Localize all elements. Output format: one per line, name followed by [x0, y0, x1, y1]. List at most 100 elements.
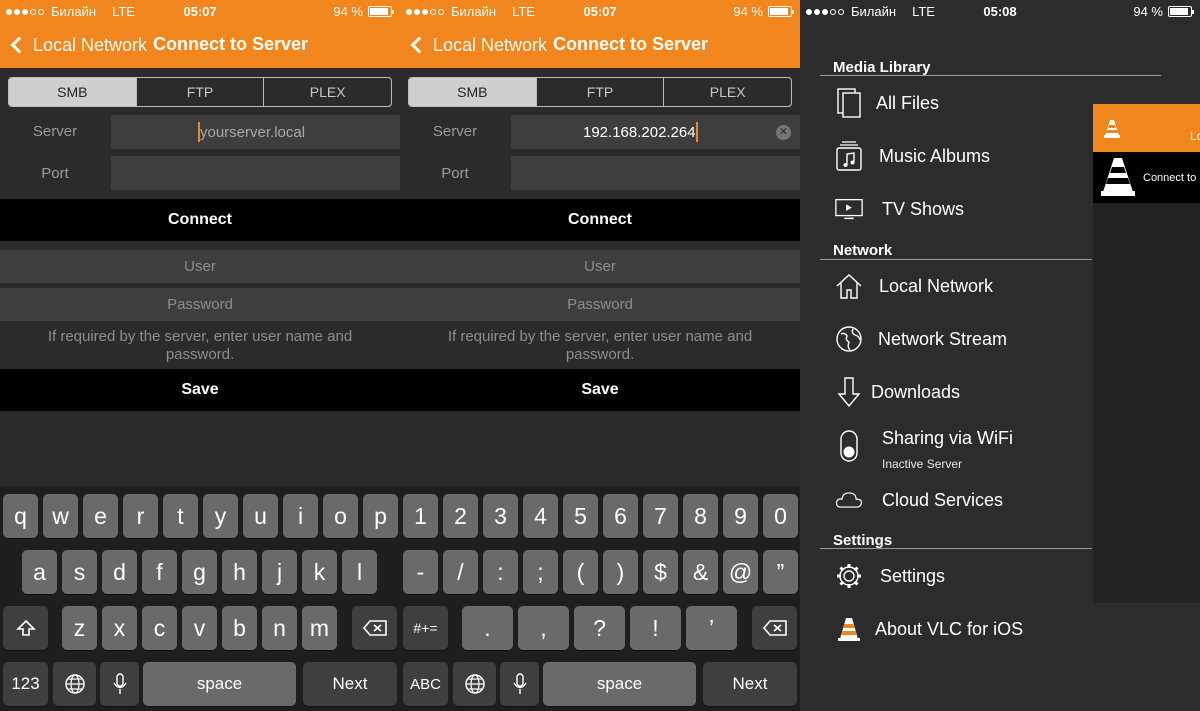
letter-key[interactable]: y: [203, 494, 238, 538]
backspace-key[interactable]: [752, 606, 797, 650]
menu-label: Sharing via WiFi: [882, 428, 1014, 448]
menu-item-downloads[interactable]: Downloads: [800, 369, 1092, 415]
symbol-key[interactable]: $: [643, 550, 678, 594]
menu-item-cloud-services[interactable]: Cloud Services: [800, 477, 1092, 523]
symbol-key[interactable]: &: [683, 550, 718, 594]
clear-text-icon[interactable]: ✕: [776, 125, 791, 140]
symbol-key[interactable]: /: [443, 550, 478, 594]
number-key[interactable]: 9: [723, 494, 758, 538]
connect-button[interactable]: Connect: [0, 199, 400, 241]
letter-key[interactable]: m: [302, 606, 337, 650]
main-view-peek[interactable]: Lo Connect to: [1093, 104, 1200, 603]
menu-label: Local Network: [879, 275, 994, 296]
letter-key[interactable]: c: [142, 606, 177, 650]
space-key[interactable]: space: [543, 662, 696, 706]
shift-key[interactable]: [3, 606, 48, 650]
segment-ftp[interactable]: FTP: [535, 78, 664, 106]
number-key[interactable]: 0: [763, 494, 798, 538]
letter-key[interactable]: n: [262, 606, 297, 650]
port-input[interactable]: [111, 156, 400, 190]
letters-mode-key[interactable]: ABC: [403, 662, 448, 706]
segment-plex[interactable]: PLEX: [663, 78, 791, 106]
port-input[interactable]: [511, 156, 800, 190]
menu-item-tv-shows[interactable]: TV Shows: [800, 186, 1092, 232]
user-input[interactable]: User: [0, 250, 400, 283]
number-key[interactable]: 5: [563, 494, 598, 538]
space-key[interactable]: space: [143, 662, 296, 706]
back-button[interactable]: Local Network: [9, 30, 147, 60]
punctuation-key[interactable]: ’: [686, 606, 737, 650]
punctuation-key[interactable]: ,: [518, 606, 569, 650]
letter-key[interactable]: e: [83, 494, 118, 538]
password-input[interactable]: Password: [0, 288, 400, 321]
punctuation-key[interactable]: ?: [574, 606, 625, 650]
menu-item-local-network[interactable]: Local Network: [800, 263, 1092, 309]
punctuation-key[interactable]: !: [630, 606, 681, 650]
number-key[interactable]: 7: [643, 494, 678, 538]
save-button[interactable]: Save: [0, 369, 400, 411]
letter-key[interactable]: d: [102, 550, 137, 594]
number-key[interactable]: 8: [683, 494, 718, 538]
battery-indicator: 94 %: [1133, 4, 1194, 19]
number-key[interactable]: 2: [443, 494, 478, 538]
microphone-key[interactable]: [500, 662, 539, 706]
globe-key[interactable]: [453, 662, 496, 706]
segment-ftp[interactable]: FTP: [135, 78, 264, 106]
number-key[interactable]: 1: [403, 494, 438, 538]
menu-item-sharing-wifi[interactable]: Sharing via WiFi Inactive Server: [800, 423, 1092, 471]
menu-item-music-albums[interactable]: Music Albums: [800, 133, 1092, 179]
microphone-key[interactable]: [100, 662, 139, 706]
letter-key[interactable]: h: [222, 550, 257, 594]
connect-button[interactable]: Connect: [400, 199, 800, 241]
back-button[interactable]: Local Network: [409, 30, 547, 60]
segment-smb[interactable]: SMB: [9, 78, 136, 106]
number-key[interactable]: 3: [483, 494, 518, 538]
symbol-key[interactable]: ”: [763, 550, 798, 594]
symbol-key[interactable]: @: [723, 550, 758, 594]
letter-key[interactable]: u: [243, 494, 278, 538]
save-button[interactable]: Save: [400, 369, 800, 411]
menu-item-all-files[interactable]: All Files: [800, 80, 1092, 126]
letter-key[interactable]: g: [182, 550, 217, 594]
letter-key[interactable]: k: [302, 550, 337, 594]
letter-key[interactable]: p: [363, 494, 398, 538]
backspace-key[interactable]: [352, 606, 397, 650]
next-key[interactable]: Next: [703, 662, 797, 706]
numbers-mode-key[interactable]: 123: [3, 662, 48, 706]
next-key[interactable]: Next: [303, 662, 397, 706]
symbol-key[interactable]: ): [603, 550, 638, 594]
symbols-key[interactable]: #+=: [403, 606, 448, 650]
letter-key[interactable]: w: [43, 494, 78, 538]
menu-item-settings[interactable]: Settings: [800, 553, 1092, 599]
number-key[interactable]: 6: [603, 494, 638, 538]
letter-key[interactable]: b: [222, 606, 257, 650]
symbol-key[interactable]: -: [403, 550, 438, 594]
letter-key[interactable]: s: [62, 550, 97, 594]
letter-key[interactable]: r: [123, 494, 158, 538]
letter-key[interactable]: l: [342, 550, 377, 594]
letter-key[interactable]: z: [62, 606, 97, 650]
letter-key[interactable]: t: [163, 494, 198, 538]
symbol-key[interactable]: ;: [523, 550, 558, 594]
letter-key[interactable]: i: [283, 494, 318, 538]
server-input[interactable]: yourserver.local: [111, 115, 400, 149]
segment-plex[interactable]: PLEX: [263, 78, 391, 106]
globe-key[interactable]: [53, 662, 96, 706]
letter-key[interactable]: o: [323, 494, 358, 538]
segment-smb[interactable]: SMB: [409, 78, 536, 106]
letter-key[interactable]: x: [102, 606, 137, 650]
user-input[interactable]: User: [400, 250, 800, 283]
letter-key[interactable]: v: [182, 606, 217, 650]
server-input[interactable]: 192.168.202.264 ✕: [511, 115, 800, 149]
password-input[interactable]: Password: [400, 288, 800, 321]
symbol-key[interactable]: :: [483, 550, 518, 594]
letter-key[interactable]: f: [142, 550, 177, 594]
letter-key[interactable]: j: [262, 550, 297, 594]
symbol-key[interactable]: (: [563, 550, 598, 594]
menu-item-about[interactable]: About VLC for iOS: [800, 606, 1092, 652]
number-key[interactable]: 4: [523, 494, 558, 538]
letter-key[interactable]: q: [3, 494, 38, 538]
menu-item-network-stream[interactable]: Network Stream: [800, 316, 1092, 362]
letter-key[interactable]: a: [22, 550, 57, 594]
punctuation-key[interactable]: .: [462, 606, 513, 650]
